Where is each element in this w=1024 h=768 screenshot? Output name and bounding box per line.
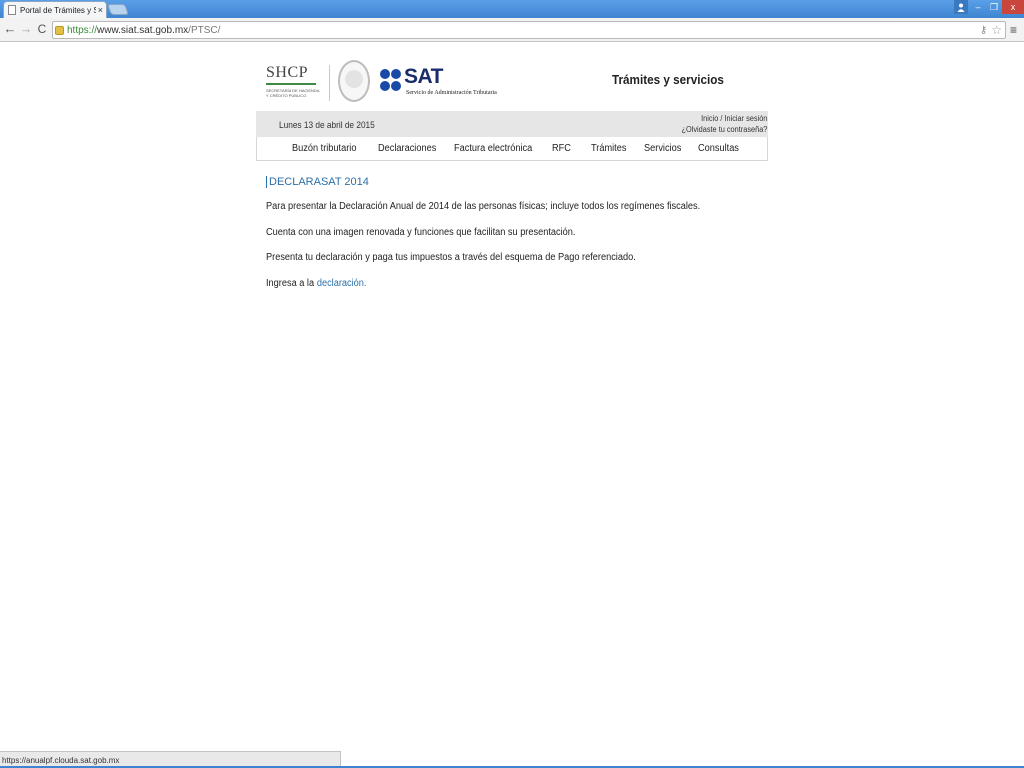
current-date: Lunes 13 de abril de 2015: [279, 120, 375, 130]
site-header: SHCP SECRETARÍA DE HACIENDA Y CRÉDITO PÚ…: [256, 55, 768, 110]
paragraph-3: Presenta tu declaración y paga tus impue…: [266, 252, 636, 263]
shcp-subtitle: SECRETARÍA DE HACIENDA Y CRÉDITO PÚBLICO: [266, 88, 326, 98]
paragraph-4: Ingresa a la declaración.: [266, 278, 366, 289]
sat-subtitle: Servicio de Administración Tributaria: [406, 90, 497, 96]
nav-item-tramites[interactable]: Trámites: [591, 143, 626, 154]
page-icon: [8, 5, 16, 15]
login-links: Inicio / Iniciar sesión ¿Olvidaste tu co…: [681, 113, 767, 135]
shcp-subtitle-line-2: Y CRÉDITO PÚBLICO: [266, 93, 307, 98]
lock-icon: [55, 25, 64, 35]
sat-wordmark: SAT: [404, 65, 443, 88]
menu-icon[interactable]: ≡: [1010, 23, 1017, 37]
logo-divider: [329, 65, 330, 101]
tab-title: Portal de Trámites y Servi: [20, 5, 96, 15]
shcp-logo[interactable]: SHCP SECRETARÍA DE HACIENDA Y CRÉDITO PÚ…: [266, 64, 326, 98]
declaracion-link[interactable]: declaración.: [317, 278, 367, 289]
page-title: Trámites y servicios: [612, 72, 724, 87]
nav-item-consultas[interactable]: Consultas: [698, 143, 739, 154]
browser-toolbar: ← → C https://www.siat.sat.gob.mx/PTSC/ …: [0, 18, 1024, 42]
sat-logo[interactable]: SAT Servicio de Administración Tributari…: [380, 65, 500, 101]
nav-item-rfc[interactable]: RFC: [552, 143, 571, 154]
paragraph-1: Para presentar la Declaración Anual de 2…: [266, 201, 701, 212]
nav-item-factura-electronica[interactable]: Factura electrónica: [454, 143, 532, 154]
browser-titlebar: Portal de Trámites y Servi × – ❐ x: [0, 0, 1024, 18]
shcp-wordmark: SHCP: [266, 64, 309, 81]
close-window-icon[interactable]: x: [1002, 0, 1024, 14]
page-container: SHCP SECRETARÍA DE HACIENDA Y CRÉDITO PÚ…: [256, 55, 768, 289]
url-text: https://www.siat.sat.gob.mx/PTSC/: [67, 25, 980, 36]
minimize-icon[interactable]: –: [970, 0, 986, 14]
section-title: DECLARASAT 2014: [266, 176, 766, 188]
session-bar: Lunes 13 de abril de 2015 Inicio / Inici…: [256, 111, 768, 137]
forgot-password-link[interactable]: ¿Olvidaste tu contraseña?: [681, 125, 767, 134]
paragraph-2: Cuenta con una imagen renovada y funcion…: [266, 227, 576, 238]
key-icon[interactable]: ⚷: [980, 25, 987, 36]
user-icon[interactable]: [954, 0, 968, 14]
reload-icon[interactable]: C: [34, 21, 50, 37]
forward-arrow-icon[interactable]: →: [18, 21, 34, 37]
main-nav: Buzón tributario Declaraciones Factura e…: [256, 137, 768, 161]
url-path: /PTSC/: [188, 24, 221, 36]
bookmark-star-icon[interactable]: ☆: [991, 23, 1002, 37]
url-host: www.siat.sat.gob.mx: [97, 24, 189, 36]
browser-tab[interactable]: Portal de Trámites y Servi ×: [3, 1, 107, 18]
national-seal-icon: [338, 60, 370, 102]
url-prefix: https://: [67, 24, 98, 36]
shcp-underline: [266, 83, 316, 85]
login-link[interactable]: Inicio / Iniciar sesión: [701, 114, 767, 123]
nav-item-servicios[interactable]: Servicios: [644, 143, 681, 154]
tab-close-icon[interactable]: ×: [98, 5, 103, 15]
user-icon-glyph: [957, 3, 965, 12]
sat-dots-icon: [380, 67, 402, 97]
nav-item-declaraciones[interactable]: Declaraciones: [378, 143, 436, 154]
maximize-icon[interactable]: ❐: [986, 0, 1002, 14]
nav-item-buzon-tributario[interactable]: Buzón tributario: [292, 143, 356, 154]
address-bar[interactable]: https://www.siat.sat.gob.mx/PTSC/ ⚷ ☆: [52, 21, 1006, 39]
main-content: DECLARASAT 2014 Para presentar la Declar…: [266, 176, 766, 289]
back-arrow-icon[interactable]: ←: [2, 21, 18, 37]
paragraph-4-text: Ingresa a la: [266, 278, 315, 289]
new-tab-button[interactable]: [106, 4, 130, 15]
